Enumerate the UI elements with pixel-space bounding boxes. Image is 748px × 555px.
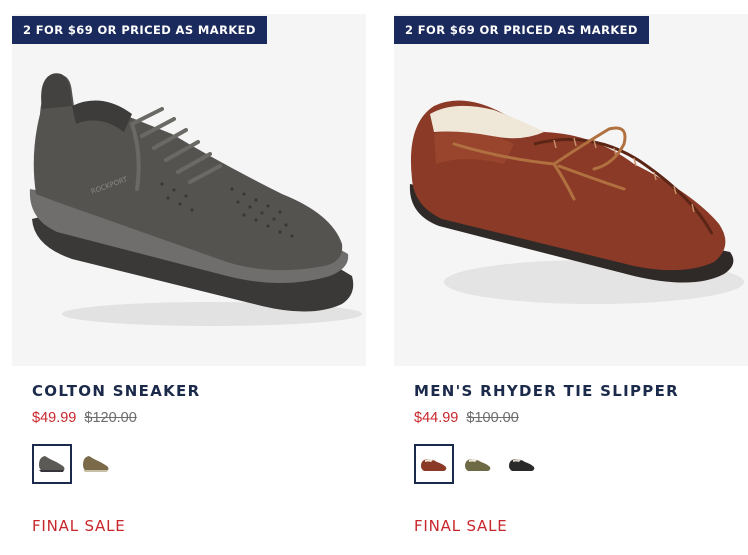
product-card-colton-sneaker[interactable]: ROCKPORT 2 FOR $69 OR PRICED AS MARKED C… bbox=[12, 0, 366, 555]
product-image-brown-moccasin-slipper[interactable] bbox=[394, 14, 748, 366]
swatch-gray[interactable] bbox=[32, 444, 72, 484]
swatch-brown[interactable] bbox=[414, 444, 454, 484]
promo-badge: 2 FOR $69 OR PRICED AS MARKED bbox=[12, 16, 267, 44]
swatch-gray-shoe-thumbnail bbox=[39, 456, 65, 472]
sale-price: $44.99 bbox=[414, 410, 459, 426]
product-card-rhyder-tie-slipper[interactable]: 2 FOR $69 OR PRICED AS MARKED MEN'S RHYD… bbox=[394, 0, 748, 555]
product-image-container[interactable] bbox=[394, 14, 748, 366]
final-sale-label: FINAL SALE bbox=[32, 517, 126, 535]
swatch-olive-slipper-thumbnail bbox=[465, 459, 491, 471]
swatch-black[interactable] bbox=[502, 444, 542, 484]
price-row: $49.99 $120.00 bbox=[32, 410, 137, 426]
swatch-olive-tan-shoe-thumbnail bbox=[83, 456, 109, 472]
product-image-container[interactable]: ROCKPORT bbox=[12, 14, 366, 366]
product-name[interactable]: MEN'S RHYDER TIE SLIPPER bbox=[414, 382, 679, 400]
product-image-gray-sneaker[interactable]: ROCKPORT bbox=[12, 14, 366, 366]
original-price: $120.00 bbox=[84, 410, 137, 426]
swatch-brown-slipper-thumbnail bbox=[421, 459, 447, 471]
sale-price: $49.99 bbox=[32, 410, 77, 426]
product-name[interactable]: COLTON SNEAKER bbox=[32, 382, 200, 400]
price-row: $44.99 $100.00 bbox=[414, 410, 519, 426]
original-price: $100.00 bbox=[466, 410, 519, 426]
swatch-olive-tan[interactable] bbox=[76, 444, 116, 484]
promo-badge: 2 FOR $69 OR PRICED AS MARKED bbox=[394, 16, 649, 44]
swatch-olive[interactable] bbox=[458, 444, 498, 484]
swatch-black-slipper-thumbnail bbox=[509, 459, 535, 471]
final-sale-label: FINAL SALE bbox=[414, 517, 508, 535]
